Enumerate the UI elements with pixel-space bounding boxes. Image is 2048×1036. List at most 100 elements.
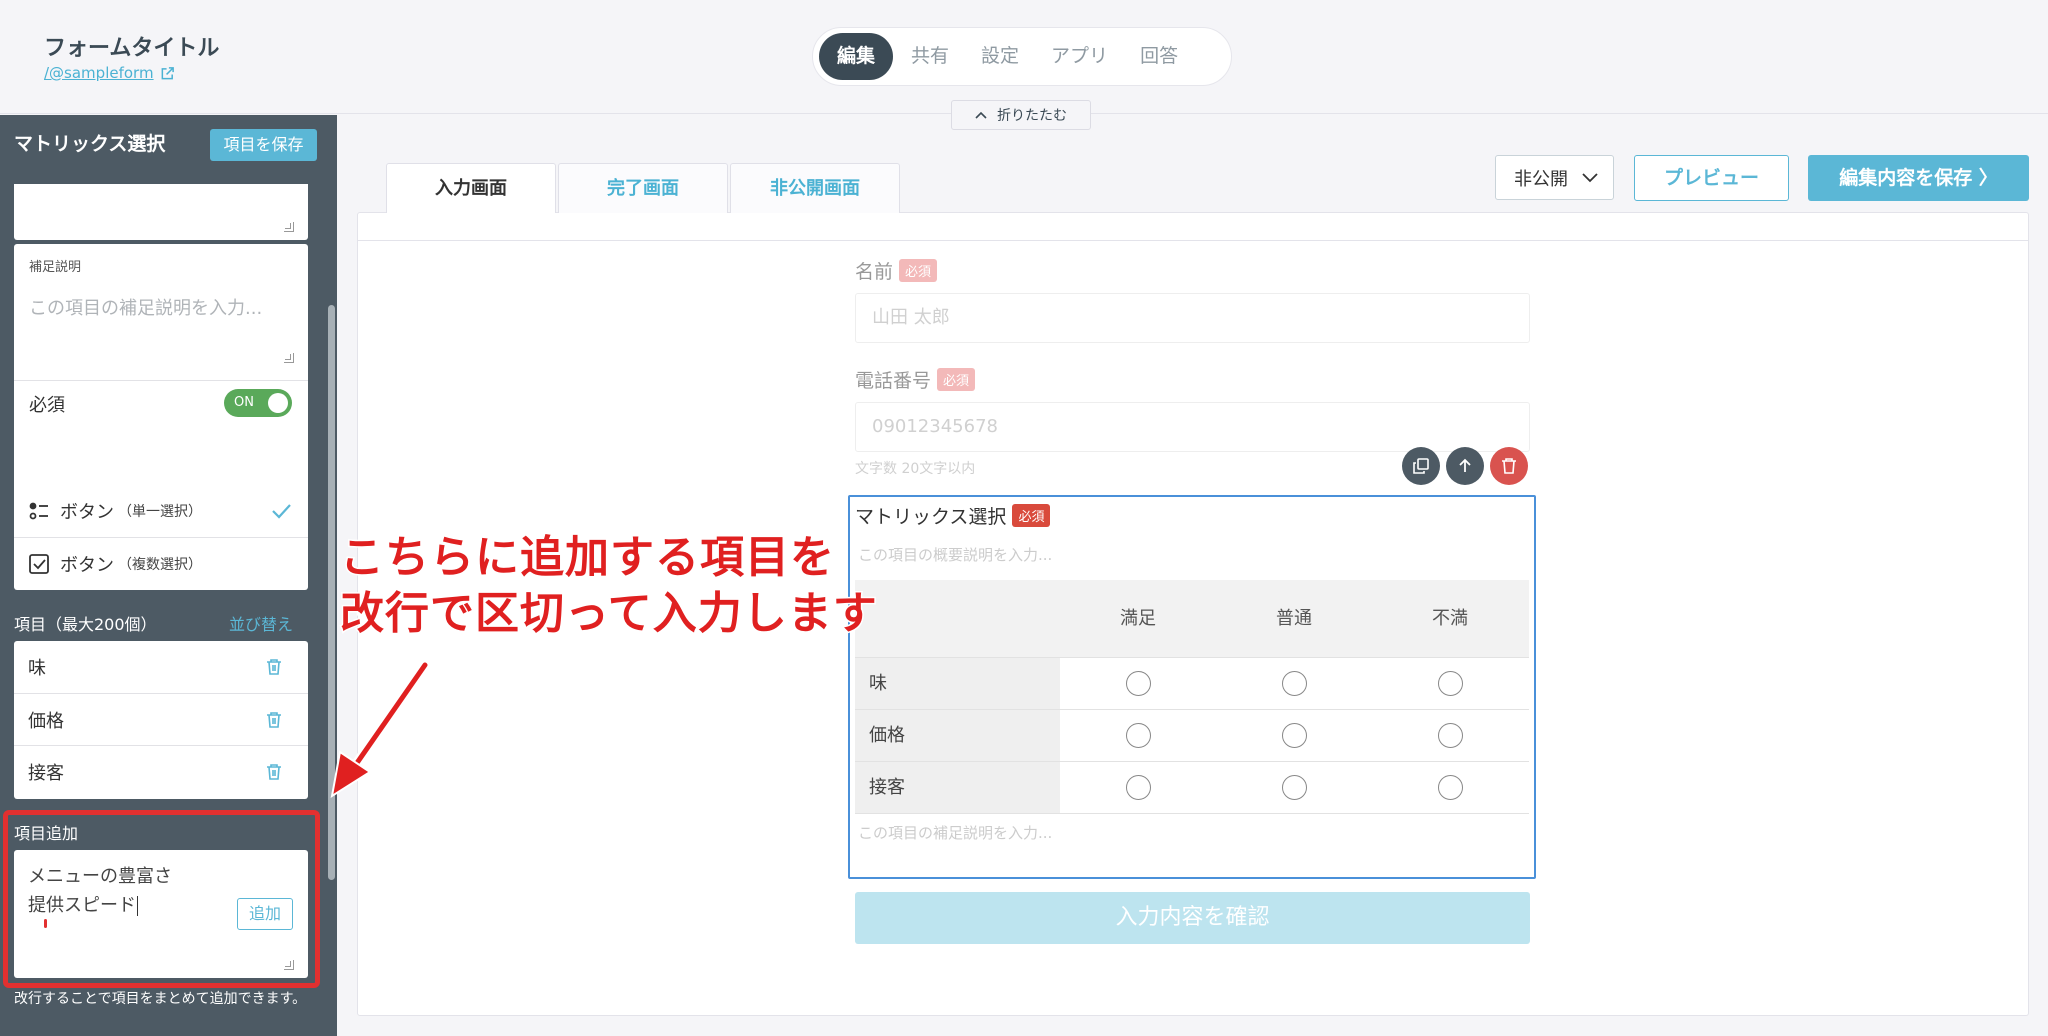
required-label: 必須 [29,395,65,416]
matrix-supplement: この項目の補足説明を入力... [858,824,1053,842]
list-item[interactable]: 味 [14,641,308,693]
tab-private[interactable]: 非公開画面 [730,163,900,213]
arrow-up-icon [1459,458,1471,472]
name-input[interactable]: 山田 太郎 [855,293,1530,343]
scrollbar[interactable] [328,305,335,880]
resize-grip[interactable] [284,960,294,970]
format-label: ボタン [60,554,114,576]
confirm-button[interactable]: 入力内容を確認 [855,892,1530,944]
form-link[interactable]: /@sampleform [44,64,175,82]
format-option-single[interactable]: ボタン （単一選択） [14,485,308,537]
save-edits-button[interactable]: 編集内容を保存 〉 [1808,155,2029,201]
matrix-column-header: 不満 [1432,608,1468,629]
panel-divider [357,240,2029,241]
radio-button[interactable] [1125,775,1151,800]
matrix-row: 接客 [855,761,1529,813]
nav-edit[interactable]: 編集 [819,33,894,80]
form-link-text[interactable]: /@sampleform [44,64,154,82]
matrix-header: 満足 普通 不満 [855,580,1529,657]
list-item[interactable]: 価格 [14,693,308,745]
matrix-corner [855,580,1060,657]
matrix-row-label: 価格 [855,710,1060,761]
supplement-label: 補足説明 [29,260,82,275]
add-button[interactable]: 追加 [237,898,293,930]
required-badge: 必須 [937,368,976,391]
supplement-textarea[interactable]: この項目の補足説明を入力... [29,294,262,320]
trash-icon[interactable] [266,763,282,781]
nav-app[interactable]: アプリ [1037,33,1122,80]
divider [855,813,1529,814]
tab-input[interactable]: 入力画面 [386,163,556,213]
question-phone-label: 電話番号 [855,370,932,392]
annotation-line: 改行で区切って入力します [339,587,879,641]
required-toggle[interactable]: ON [224,389,292,417]
sidebar-title: マトリックス選択 [14,133,166,155]
matrix-column-header: 満足 [1120,608,1156,629]
phone-note: 文字数 20文字以内 [855,461,976,477]
delete-button[interactable] [1490,447,1528,485]
duplicate-button[interactable] [1402,447,1440,485]
list-item[interactable]: 接客 [14,745,308,797]
save-item-button[interactable]: 項目を保存 [210,129,317,161]
items-list: 味 価格 接客 [14,641,308,799]
required-badge: 必須 [899,259,938,282]
item-actions [1402,447,1528,485]
phone-input[interactable]: 09012345678 [855,402,1530,452]
matrix-row: 味 [855,657,1529,709]
required-badge: 必須 [1012,504,1051,527]
radio-button[interactable] [1437,723,1463,748]
format-option-multiple[interactable]: ボタン （複数選択） [14,537,308,589]
matrix-table: 満足 普通 不満 味 価格 接客 [855,580,1529,814]
resize-grip[interactable] [284,222,294,232]
matrix-title-text: マトリックス選択 [855,506,1007,528]
text-caret [137,896,138,916]
question-label: 名前 必須 [855,257,938,284]
chevron-up-icon [975,111,987,119]
main-nav: 編集 共有 設定 アプリ 回答 [812,27,1232,86]
annotation-text: こちらに追加する項目を 改行で区切って入力します [339,530,879,642]
annotation-line: こちらに追加する項目を [339,531,836,585]
format-options: ボタン （単一選択） ボタン （複数選択） [14,485,308,590]
collapse-label: 折りたたむ [997,108,1067,124]
nav-share[interactable]: 共有 [897,33,963,80]
trash-icon[interactable] [266,711,282,729]
radio-button[interactable] [1281,671,1307,696]
toggle-knob [268,393,288,413]
add-text-line: メニューの豊富さ [28,866,172,887]
tab-complete[interactable]: 完了画面 [558,163,728,213]
radio-button[interactable] [1281,775,1307,800]
toggle-state: ON [234,395,254,410]
trash-icon [1502,458,1516,474]
visibility-select[interactable]: 非公開 [1495,155,1614,200]
format-sub: （単一選択） [118,504,202,520]
items-label: 項目（最大200個） [14,615,157,634]
matrix-row-label: 接客 [855,762,1060,813]
format-sub: （複数選択） [118,556,202,573]
add-items-label: 項目追加 [14,824,79,843]
radio-button[interactable] [1437,671,1463,696]
resize-grip[interactable] [284,353,294,363]
radio-button[interactable] [1125,671,1151,696]
visibility-value: 非公開 [1514,168,1568,190]
matrix-row: 価格 [855,709,1529,761]
matrix-row-label: 味 [855,658,1060,709]
collapse-button[interactable]: 折りたたむ [951,100,1091,130]
preview-button[interactable]: プレビュー [1634,155,1789,201]
radio-button[interactable] [1281,723,1307,748]
nav-settings[interactable]: 設定 [967,33,1033,80]
question-name-label: 名前 [855,261,894,283]
sort-link[interactable]: 並び替え [229,611,293,635]
add-text-line: 提供スピード [28,895,136,916]
screen-tabs: 入力画面 完了画面 非公開画面 [386,163,900,213]
format-label: ボタン [60,502,114,523]
radio-button[interactable] [1437,775,1463,800]
item-label: 味 [28,658,46,679]
trash-icon[interactable] [266,658,282,676]
form-title: フォームタイトル [44,36,220,61]
radio-button[interactable] [1125,723,1151,748]
move-up-button[interactable] [1446,447,1484,485]
nav-responses[interactable]: 回答 [1126,33,1192,80]
add-hint: 改行することで項目をまとめて追加できます。 [14,991,307,1007]
description-textarea[interactable] [14,184,308,240]
select-format-label: 選択形式 [14,459,79,478]
